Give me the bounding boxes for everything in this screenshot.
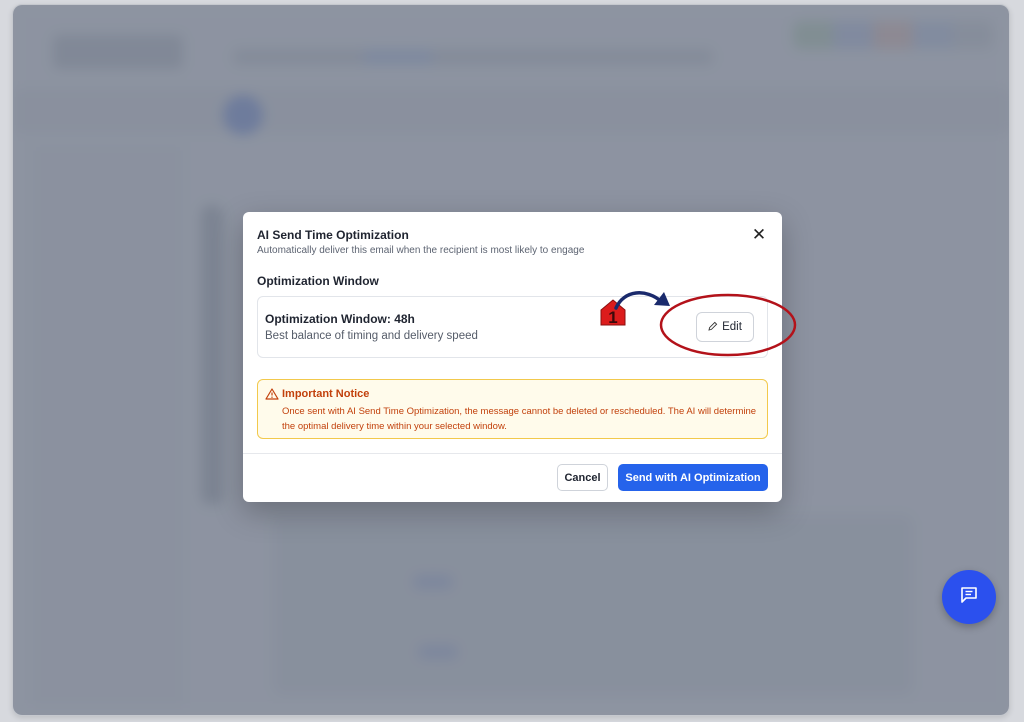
section-label: Optimization Window — [257, 274, 379, 288]
warning-triangle-icon — [265, 387, 279, 400]
highlight-circle — [659, 293, 797, 357]
send-with-ai-optimization-button[interactable]: Send with AI Optimization — [618, 464, 768, 491]
optimization-window-description: Best balance of timing and delivery spee… — [265, 330, 478, 342]
footer-divider — [243, 453, 782, 454]
close-button[interactable]: ✕ — [750, 226, 768, 244]
dialog-subtitle: Automatically deliver this email when th… — [257, 245, 585, 256]
notice-text: Once sent with AI Send Time Optimization… — [282, 406, 757, 432]
chat-message-icon — [960, 586, 978, 609]
important-notice: Important Notice Once sent with AI Send … — [257, 379, 768, 439]
chat-button[interactable] — [942, 570, 996, 624]
close-icon: ✕ — [751, 225, 767, 244]
dialog-title: AI Send Time Optimization — [257, 228, 409, 242]
cancel-button[interactable]: Cancel — [557, 464, 608, 491]
notice-title: Important Notice — [282, 388, 370, 400]
optimization-window-title: Optimization Window: 48h — [265, 312, 415, 326]
